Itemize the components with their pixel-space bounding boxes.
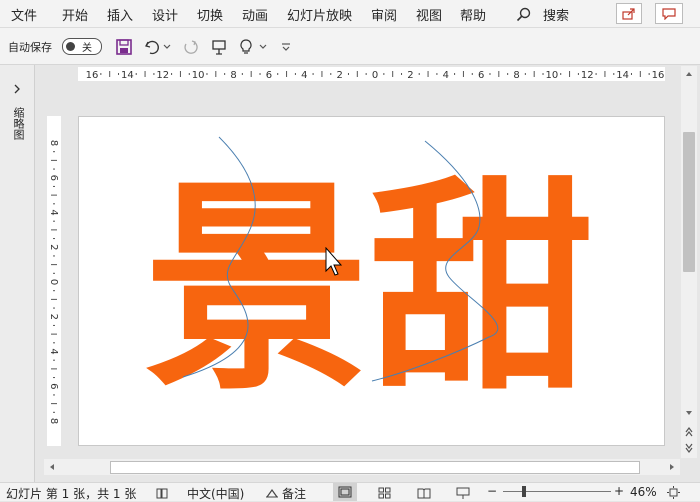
zoom-in-button[interactable]: +: [614, 484, 624, 498]
ruler-label: 10: [546, 70, 559, 81]
menu-insert[interactable]: 插入: [107, 5, 133, 24]
status-bar: 幻灯片 第 1 张，共 1 张 中文(中国) 备注 − + 46%: [0, 482, 700, 501]
ruler-label: 8: [48, 418, 59, 424]
fit-to-window-icon[interactable]: [666, 485, 681, 499]
present-icon[interactable]: [210, 38, 228, 56]
previous-slide-icon[interactable]: [684, 426, 694, 438]
notes-icon: [265, 486, 279, 499]
share-button[interactable]: [616, 3, 642, 24]
scroll-up-icon[interactable]: [684, 70, 694, 78]
reading-view-icon[interactable]: [416, 486, 432, 499]
mouse-cursor-icon: [325, 247, 343, 276]
comment-icon: [662, 7, 676, 20]
menu-view[interactable]: 视图: [416, 5, 442, 24]
menu-home[interactable]: 开始: [62, 5, 88, 24]
save-icon[interactable]: [115, 38, 133, 56]
ruler-label: 4: [443, 70, 449, 81]
next-slide-icon[interactable]: [684, 442, 694, 454]
slideshow-icon[interactable]: [455, 486, 471, 499]
search-icon[interactable]: [515, 6, 531, 22]
menu-review[interactable]: 审阅: [371, 5, 397, 24]
ruler-label: 8: [48, 140, 59, 146]
menu-slideshow[interactable]: 幻灯片放映: [287, 5, 352, 24]
scroll-down-icon[interactable]: [684, 409, 694, 417]
slide-sorter-icon[interactable]: [376, 486, 392, 499]
autosave-state: 关: [82, 43, 92, 54]
expand-thumbnails-icon[interactable]: [10, 82, 24, 96]
customize-toolbar-icon[interactable]: [280, 40, 292, 54]
slide-art: 景甜: [144, 136, 594, 421]
ruler-label: 8: [513, 70, 519, 81]
toggle-knob: [66, 42, 75, 51]
accessibility-icon[interactable]: [155, 486, 169, 499]
horizontal-ruler-ticks: 16 14 12 10 8 6 4 2 0 2 4 6 8 10 12 14 16: [86, 70, 665, 81]
redo-icon[interactable]: [181, 38, 199, 56]
slide-title-text[interactable]: 景甜: [144, 159, 594, 421]
ruler-label: 6: [266, 70, 272, 81]
notes-button[interactable]: 备注: [282, 485, 306, 502]
vertical-ruler-ticks: 8 6 4 2 0 2 4 6 8: [48, 140, 59, 424]
scroll-right-icon[interactable]: [668, 463, 676, 471]
menu-animations[interactable]: 动画: [242, 5, 268, 24]
zoom-slider-thumb[interactable]: [522, 486, 526, 497]
ruler-label: 2: [407, 70, 413, 81]
ruler-label: 16: [86, 70, 99, 81]
ruler-label: 4: [48, 209, 59, 215]
autosave-toggle[interactable]: 关: [62, 38, 102, 55]
zoom-out-button[interactable]: −: [487, 484, 497, 498]
undo-dropdown-icon[interactable]: [162, 40, 172, 54]
vertical-ruler: 8 6 4 2 0 2 4 6 8: [47, 116, 61, 446]
ruler-label: 6: [478, 70, 484, 81]
horizontal-scrollbar[interactable]: [44, 459, 680, 475]
lightbulb-icon[interactable]: [237, 38, 255, 56]
share-icon: [622, 7, 635, 20]
ruler-label: 2: [336, 70, 342, 81]
horizontal-ruler: 16 14 12 10 8 6 4 2 0 2 4 6 8 10 12 14 16: [78, 67, 665, 81]
search-label[interactable]: 搜索: [543, 5, 569, 24]
undo-icon[interactable]: [143, 38, 161, 56]
quick-access-toolbar: 自动保存 关: [0, 28, 700, 65]
scroll-left-icon[interactable]: [48, 463, 56, 471]
ruler-label: 16: [652, 70, 665, 81]
ruler-label: 2: [48, 314, 59, 320]
ruler-label: 10: [192, 70, 205, 81]
menu-help[interactable]: 帮助: [460, 5, 486, 24]
menu-file[interactable]: 文件: [11, 5, 37, 24]
autosave-label: 自动保存: [8, 41, 52, 54]
ruler-label: 14: [121, 70, 134, 81]
horizontal-scroll-thumb[interactable]: [110, 461, 640, 474]
ruler-label: 2: [48, 244, 59, 250]
ruler-label: 14: [616, 70, 629, 81]
menu-bar: 文件 开始 插入 设计 切换 动画 幻灯片放映 审阅 视图 帮助 搜索: [0, 0, 700, 28]
normal-view-icon[interactable]: [333, 483, 357, 501]
lightbulb-dropdown-icon[interactable]: [258, 40, 268, 54]
language-indicator[interactable]: 中文(中国): [187, 485, 244, 502]
slide-canvas[interactable]: 景甜: [78, 116, 665, 446]
vertical-scrollbar[interactable]: [681, 66, 697, 458]
vertical-scroll-thumb[interactable]: [683, 132, 695, 272]
thumbnail-pane-label: 缩略图: [12, 107, 25, 140]
ruler-label: 4: [48, 348, 59, 354]
ruler-label: 0: [48, 279, 59, 285]
ruler-label: 0: [372, 70, 378, 81]
ruler-label: 6: [48, 383, 59, 389]
ruler-label: 4: [301, 70, 307, 81]
zoom-level[interactable]: 46%: [630, 485, 657, 499]
menu-transitions[interactable]: 切换: [197, 5, 223, 24]
ruler-label: 12: [581, 70, 594, 81]
menu-design[interactable]: 设计: [152, 5, 178, 24]
zoom-slider-track[interactable]: [503, 491, 611, 492]
ruler-label: 12: [156, 70, 169, 81]
ruler-label: 6: [48, 175, 59, 181]
ruler-label: 8: [230, 70, 236, 81]
comments-button[interactable]: [655, 3, 683, 24]
thumbnail-pane: 缩略图: [0, 65, 35, 482]
slide-counter: 幻灯片 第 1 张，共 1 张: [6, 487, 137, 501]
